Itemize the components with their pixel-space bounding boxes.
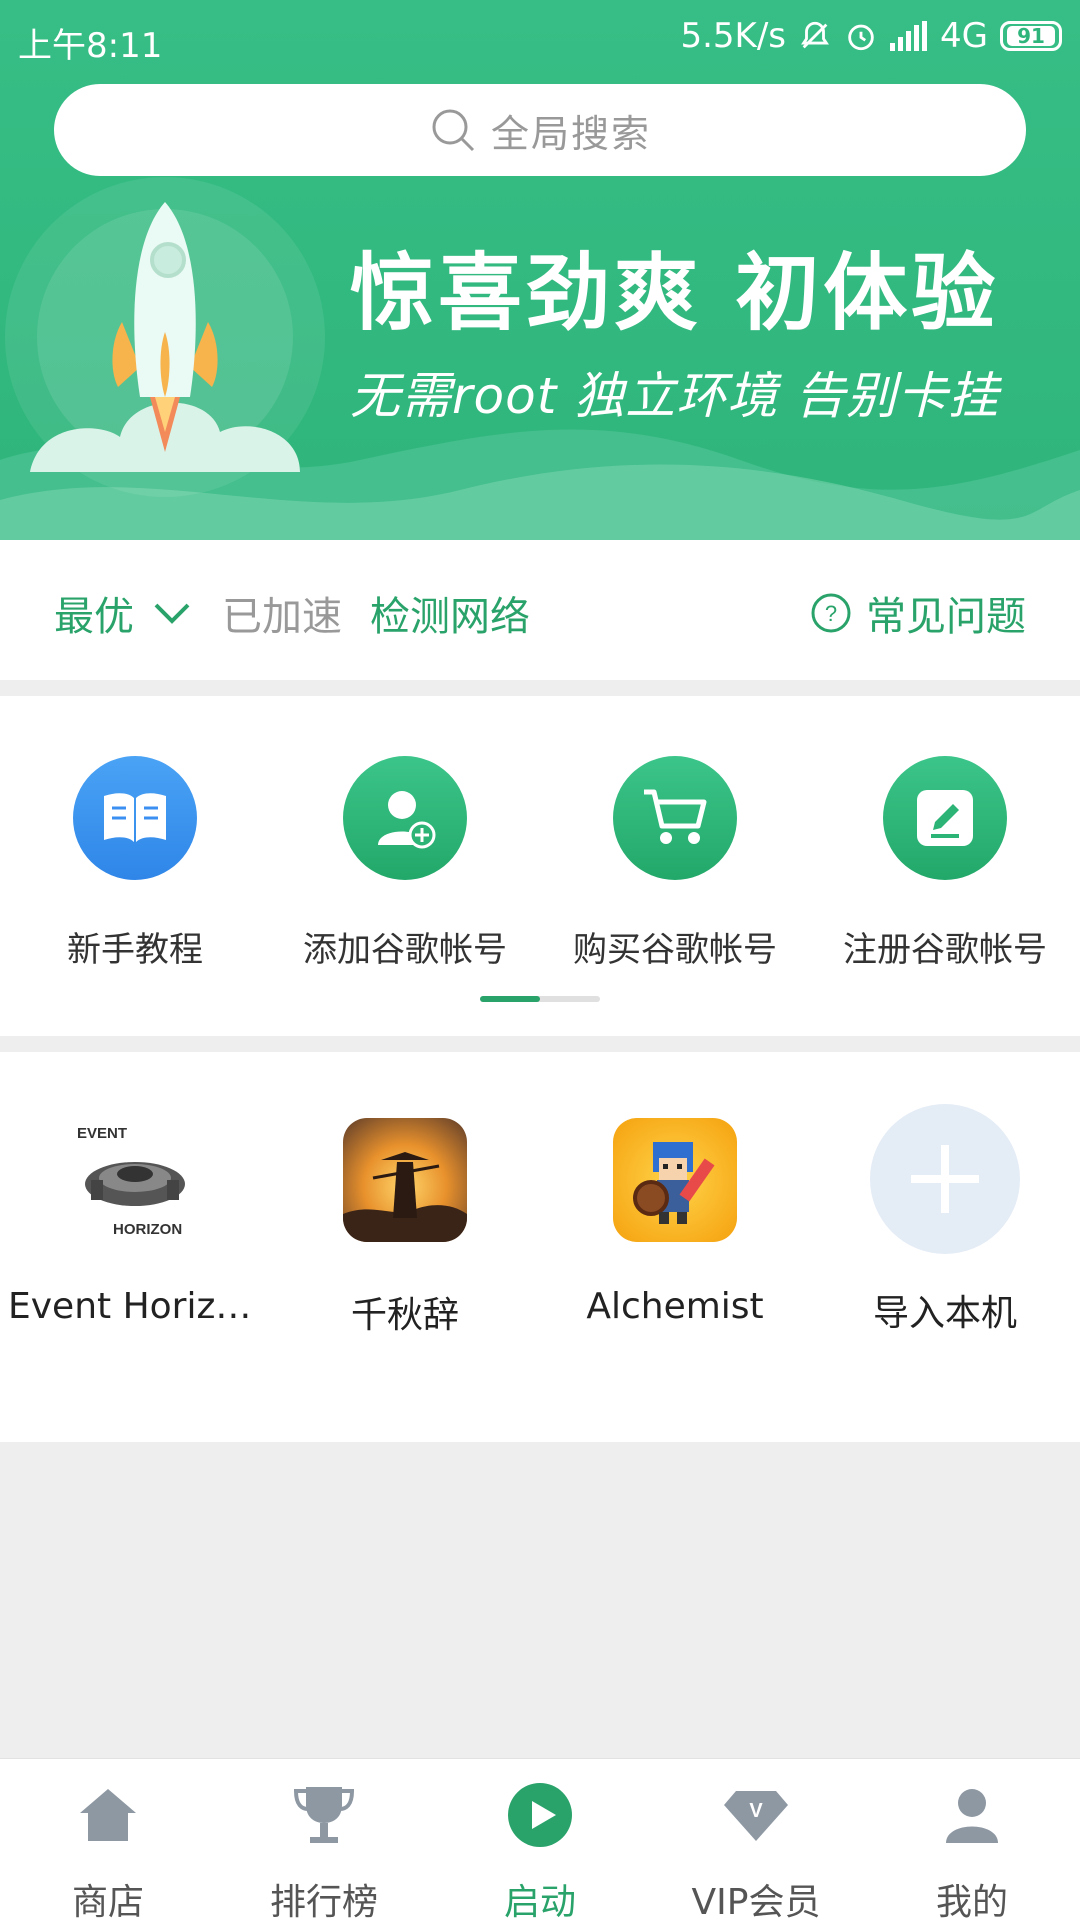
net-speed: 5.5K/s bbox=[680, 16, 787, 56]
chevron-down-icon bbox=[154, 603, 190, 624]
quick-actions: 新手教程 添加谷歌帐号 购买谷歌帐号 注册谷歌帐号 bbox=[0, 696, 1080, 1036]
app-icon-text-bottom: HORIZON bbox=[113, 1221, 182, 1238]
status-indicators: 5.5K/s 4G 91 bbox=[680, 16, 1062, 56]
battery-level: 91 bbox=[1007, 26, 1055, 46]
action-register-google-account[interactable]: 注册谷歌帐号 bbox=[810, 756, 1080, 971]
action-buy-google-account[interactable]: 购买谷歌帐号 bbox=[540, 756, 810, 971]
nav-label: VIP会员 bbox=[691, 1882, 821, 1920]
action-label: 添加谷歌帐号 bbox=[303, 930, 507, 970]
nav-label: 启动 bbox=[503, 1882, 576, 1920]
action-label: 购买谷歌帐号 bbox=[573, 930, 777, 970]
nav-label: 排行榜 bbox=[269, 1882, 378, 1920]
bottom-navigation: 商店 排行榜 启动 V VIP会员 我的 bbox=[0, 1758, 1080, 1920]
plus-icon bbox=[870, 1104, 1020, 1254]
book-icon bbox=[73, 756, 197, 880]
app-icon-text-top: EVENT bbox=[77, 1125, 127, 1142]
action-add-google-account[interactable]: 添加谷歌帐号 bbox=[270, 756, 540, 971]
status-time: 上午8:11 bbox=[18, 26, 163, 66]
app-event-horizon[interactable]: EVENT HORIZON Event Horizon... bbox=[0, 1118, 270, 1327]
home-icon bbox=[0, 1775, 216, 1855]
action-label: 新手教程 bbox=[67, 930, 203, 970]
network-accelerator-row: 最优 已加速 检测网络 ? 常见问题 bbox=[0, 540, 1080, 680]
nav-label: 商店 bbox=[71, 1882, 144, 1920]
banner-headline: 惊喜劲爽 初体验 bbox=[350, 244, 1000, 342]
trophy-icon bbox=[216, 1775, 432, 1855]
app-label: Alchemist bbox=[586, 1286, 764, 1327]
page-indicator bbox=[480, 996, 600, 1002]
event-horizon-app-icon: EVENT HORIZON bbox=[73, 1118, 197, 1242]
search-icon bbox=[432, 109, 475, 152]
action-tutorial[interactable]: 新手教程 bbox=[0, 756, 270, 971]
nav-me[interactable]: 我的 bbox=[864, 1775, 1080, 1920]
faq-link[interactable]: ? 常见问题 bbox=[810, 584, 1026, 642]
app-label: 导入本机 bbox=[872, 1293, 1017, 1334]
app-label: Event Horizon... bbox=[8, 1286, 270, 1327]
status-bar: 上午8:11 5.5K/s 4G 91 bbox=[0, 0, 1080, 76]
route-mode-select[interactable]: 最优 bbox=[54, 584, 192, 642]
app-qianqiuci[interactable]: 千秋辞 bbox=[270, 1118, 540, 1338]
edit-icon bbox=[883, 756, 1007, 880]
nav-vip[interactable]: V VIP会员 bbox=[648, 1775, 864, 1920]
alchemist-app-icon bbox=[613, 1118, 737, 1242]
nav-launch[interactable]: 启动 bbox=[432, 1775, 648, 1920]
search-placeholder: 全局搜索 bbox=[490, 111, 651, 156]
network-type: 4G bbox=[940, 16, 988, 56]
page-indicator-active bbox=[480, 996, 540, 1002]
import-local-app-button[interactable]: 导入本机 bbox=[810, 1104, 1080, 1336]
header-banner: 上午8:11 5.5K/s 4G 91 全局搜索 惊喜劲爽 初体验 无需root… bbox=[0, 0, 1080, 540]
launched-apps: EVENT HORIZON Event Horizon... 千秋辞 Alche… bbox=[0, 1052, 1080, 1442]
action-label: 注册谷歌帐号 bbox=[843, 930, 1047, 970]
mute-icon bbox=[798, 19, 832, 53]
user-icon bbox=[864, 1775, 1080, 1855]
svg-text:V: V bbox=[749, 1800, 763, 1822]
play-icon bbox=[432, 1775, 648, 1855]
battery-icon: 91 bbox=[1000, 21, 1062, 51]
nav-ranking[interactable]: 排行榜 bbox=[216, 1775, 432, 1920]
check-network-link[interactable]: 检测网络 bbox=[370, 584, 530, 642]
diamond-icon: V bbox=[648, 1775, 864, 1855]
banner-subline: 无需root 独立环境 告别卡挂 bbox=[350, 367, 1000, 425]
faq-label: 常见问题 bbox=[866, 594, 1026, 640]
add-user-icon bbox=[343, 756, 467, 880]
nav-label: 我的 bbox=[935, 1882, 1008, 1920]
svg-text:?: ? bbox=[825, 601, 837, 626]
global-search-bar[interactable]: 全局搜索 bbox=[54, 84, 1026, 176]
app-alchemist[interactable]: Alchemist bbox=[540, 1118, 810, 1327]
signal-icon bbox=[890, 21, 928, 51]
alarm-icon bbox=[844, 19, 878, 53]
help-icon: ? bbox=[811, 593, 851, 633]
app-label: 千秋辞 bbox=[350, 1295, 459, 1336]
rocket-illustration bbox=[5, 177, 325, 497]
acceleration-status: 已加速 bbox=[222, 594, 342, 640]
cart-icon bbox=[613, 756, 737, 880]
nav-store[interactable]: 商店 bbox=[0, 1775, 216, 1920]
qianqiuci-app-icon bbox=[343, 1118, 467, 1242]
route-mode-label: 最优 bbox=[54, 594, 134, 640]
